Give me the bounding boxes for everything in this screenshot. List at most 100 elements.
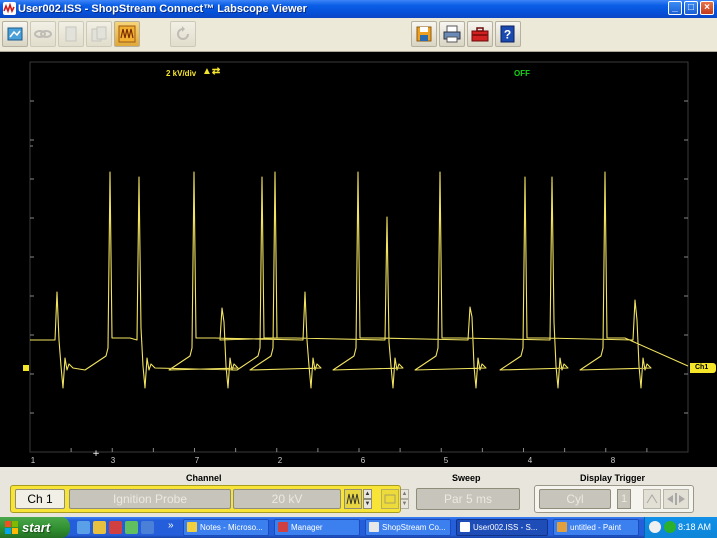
trigger-state-label: OFF xyxy=(514,69,530,78)
labscope-viewer-window: User002.ISS - ShopStream Connect™ Labsco… xyxy=(0,0,717,538)
task-shopstream[interactable]: ShopStream Co... xyxy=(365,519,451,536)
task-paint[interactable]: untitled - Paint xyxy=(553,519,639,536)
cylinder-label: 8 xyxy=(611,456,616,465)
notes-app-icon xyxy=(187,522,197,532)
print-icon xyxy=(443,25,461,43)
channel-select-button[interactable]: Ch 1 xyxy=(15,489,65,509)
toolbar: ? xyxy=(0,18,717,52)
title-bar[interactable]: User002.ISS - ShopStream Connect™ Labsco… xyxy=(0,0,717,18)
ignition-trace xyxy=(30,171,689,389)
task-manager[interactable]: Manager xyxy=(274,519,360,536)
help-icon: ? xyxy=(500,25,515,43)
multi-page-icon xyxy=(91,26,107,42)
offset-up-icon[interactable]: ▲ xyxy=(400,489,409,499)
probe-type-button[interactable]: Ignition Probe xyxy=(69,489,231,509)
task-labscope-viewer[interactable]: User002.ISS - S... xyxy=(456,519,548,536)
display-trigger-group-title: Display Trigger xyxy=(580,473,646,483)
link-button[interactable] xyxy=(30,21,56,47)
task-label: Notes - Microso... xyxy=(200,523,263,532)
scope-display[interactable]: 1 3 7 2 6 5 4 8 + 2 kV/div ▲⇄ OFF Ch1 xyxy=(0,52,717,467)
channel-group: Ch 1 Ignition Probe 20 kV ▲ ▼ ▲ ▼ xyxy=(10,485,409,513)
display-trigger-group: Cyl 1 xyxy=(534,485,694,513)
cursor-cross-icon: + xyxy=(92,449,100,459)
start-button[interactable]: start xyxy=(0,517,70,538)
offset-adjust-button[interactable] xyxy=(381,489,399,509)
quicklaunch-overflow-icon[interactable]: » xyxy=(168,520,174,531)
save-button[interactable] xyxy=(411,21,437,47)
task-label: ShopStream Co... xyxy=(382,523,446,532)
maximize-button[interactable]: □ xyxy=(684,1,698,15)
scale-per-division-label: 2 kV/div xyxy=(166,69,197,78)
start-label: start xyxy=(22,520,51,535)
scale-waveform-icon xyxy=(346,493,360,505)
offset-down-icon[interactable]: ▼ xyxy=(400,499,409,509)
task-label: Manager xyxy=(291,523,323,532)
quicklaunch-messenger-icon[interactable] xyxy=(125,521,138,534)
multi-page-button[interactable] xyxy=(86,21,112,47)
blank-page-icon xyxy=(65,26,77,42)
help-button[interactable]: ? xyxy=(495,21,521,47)
blank-page-button[interactable] xyxy=(58,21,84,47)
scale-adjust-button[interactable] xyxy=(344,489,362,509)
channel-1-marker[interactable]: Ch1 xyxy=(690,363,716,373)
cylinder-label: 1 xyxy=(31,456,36,465)
cylinder-label: 5 xyxy=(444,456,449,465)
trigger-slope-icon[interactable]: ▲⇄ xyxy=(202,66,220,77)
cylinder-label: 6 xyxy=(361,456,366,465)
svg-text:?: ? xyxy=(504,28,511,42)
shopstream-app-icon xyxy=(369,522,379,532)
refresh-icon xyxy=(177,26,189,40)
taskbar: start » Notes - Microso... Manager ShopS… xyxy=(0,517,717,538)
quicklaunch-labscope-icon[interactable] xyxy=(109,521,122,534)
open-icon xyxy=(7,27,23,41)
minimize-button[interactable]: _ xyxy=(668,1,682,15)
labscope-app-icon xyxy=(460,522,470,532)
taskbar-clock[interactable]: 8:18 AM xyxy=(678,517,711,538)
window-title: User002.ISS - ShopStream Connect™ Labsco… xyxy=(18,3,307,15)
scope-graph: 1 3 7 2 6 5 4 8 + xyxy=(29,61,689,465)
zero-level-handle[interactable] xyxy=(23,365,29,371)
trigger-level-button[interactable] xyxy=(643,489,661,509)
scale-down-icon[interactable]: ▼ xyxy=(363,499,372,509)
cylinder-label: 4 xyxy=(528,456,533,465)
cylinder-label: 3 xyxy=(111,456,116,465)
trigger-cylinder-button[interactable]: 1 xyxy=(617,489,631,509)
print-button[interactable] xyxy=(439,21,465,47)
quicklaunch-browser-icon[interactable] xyxy=(141,521,154,534)
toolbox-icon xyxy=(471,27,489,42)
voltage-scale-button[interactable]: 20 kV xyxy=(233,489,341,509)
windows-flag-icon xyxy=(5,521,18,534)
offset-stepper[interactable]: ▲ ▼ xyxy=(400,489,409,509)
trigger-mode-button[interactable]: Cyl xyxy=(539,489,611,509)
task-label: untitled - Paint xyxy=(570,523,622,532)
trigger-position-icon xyxy=(667,493,685,505)
quicklaunch-explorer-icon[interactable] xyxy=(93,521,106,534)
paint-app-icon xyxy=(557,522,567,532)
cylinder-label: 2 xyxy=(278,456,283,465)
trigger-level-icon xyxy=(646,494,658,504)
open-button[interactable] xyxy=(2,21,28,47)
save-icon xyxy=(416,26,432,42)
trigger-position-button[interactable] xyxy=(663,489,689,509)
tray-security-icon[interactable] xyxy=(664,521,676,533)
waveform-button[interactable] xyxy=(114,21,140,47)
link-icon xyxy=(34,30,52,38)
manager-app-icon xyxy=(278,522,288,532)
waveform-icon xyxy=(118,25,136,43)
scale-stepper[interactable]: ▲ ▼ xyxy=(363,489,372,509)
scale-up-icon[interactable]: ▲ xyxy=(363,489,372,499)
cylinder-label: 7 xyxy=(195,456,200,465)
close-button[interactable]: × xyxy=(700,1,714,15)
sweep-group-title: Sweep xyxy=(452,473,481,483)
quicklaunch-ie-icon[interactable] xyxy=(77,521,90,534)
app-logo-icon xyxy=(3,2,16,15)
channel-group-title: Channel xyxy=(186,473,222,483)
sweep-button[interactable]: Par 5 ms xyxy=(416,488,520,510)
control-strip: Channel Sweep Display Trigger Ch 1 Ignit… xyxy=(0,467,717,517)
toolbox-button[interactable] xyxy=(467,21,493,47)
task-notes[interactable]: Notes - Microso... xyxy=(183,519,269,536)
task-label: User002.ISS - S... xyxy=(473,523,538,532)
offset-icon xyxy=(384,494,396,504)
refresh-button[interactable] xyxy=(170,21,196,47)
tray-back-arrow-icon[interactable] xyxy=(649,521,661,533)
